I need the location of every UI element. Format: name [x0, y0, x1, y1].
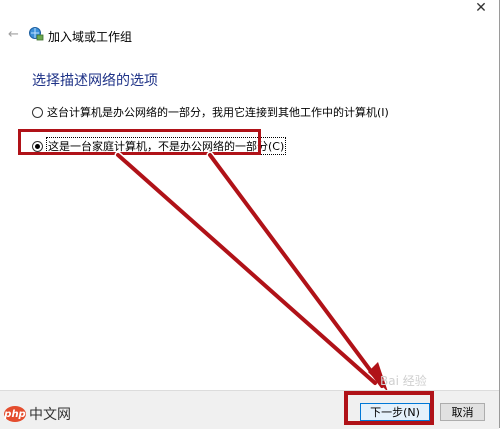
next-button-highlight-annotation	[344, 391, 434, 425]
cancel-button[interactable]: 取消	[440, 403, 485, 421]
annotation-arrows	[114, 151, 388, 392]
baidu-watermark: Bai 经验	[380, 374, 427, 388]
php-logo-icon: php	[4, 406, 26, 422]
php-cn-watermark: php 中文网	[4, 404, 94, 424]
watermark-text: 中文网	[29, 407, 71, 423]
